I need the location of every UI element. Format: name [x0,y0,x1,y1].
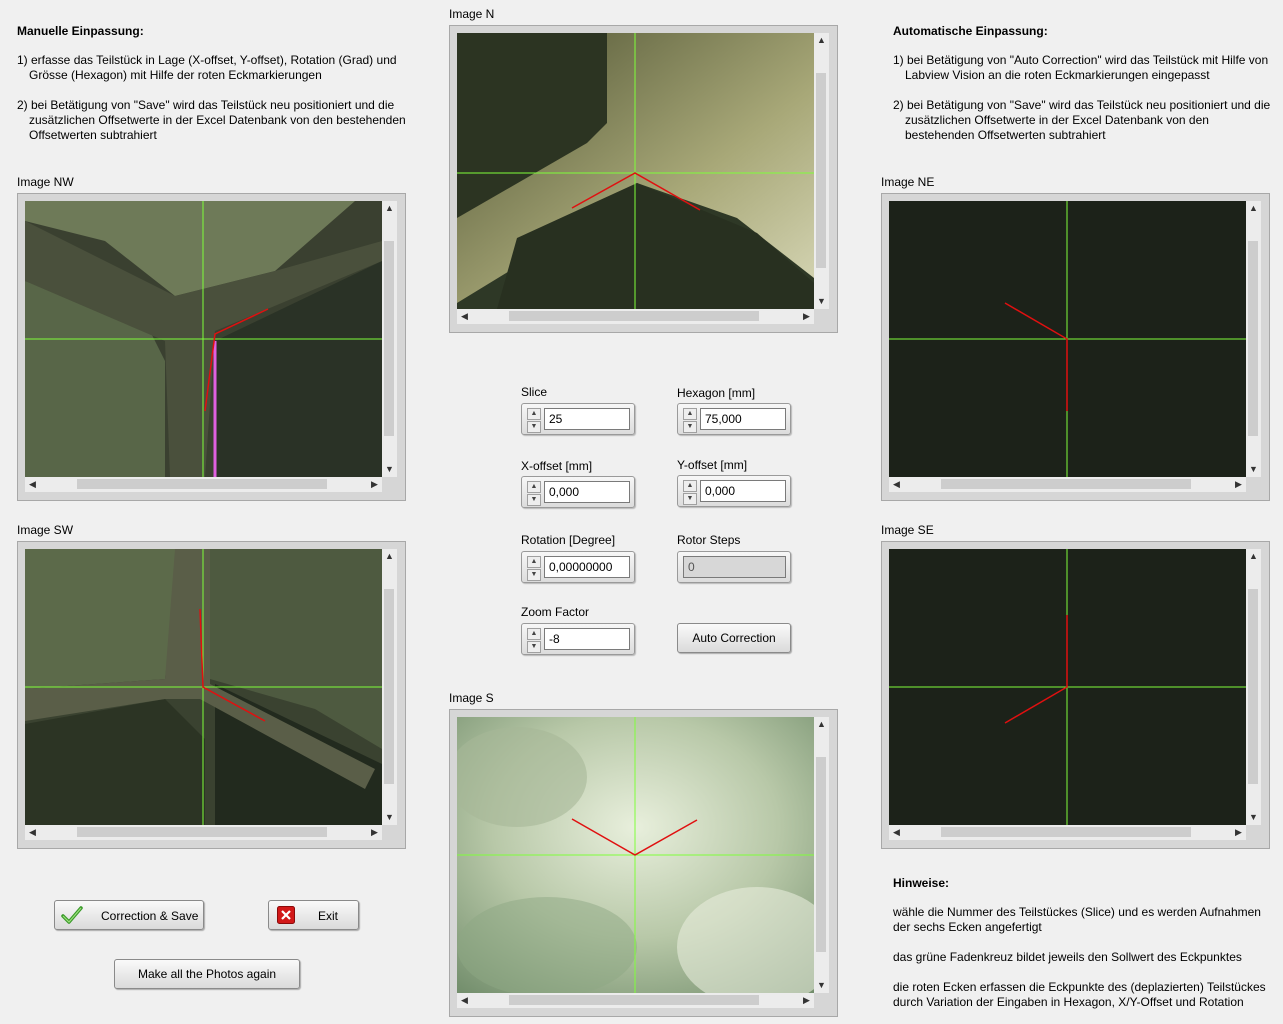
rotor-steps-label: Rotor Steps [677,533,741,547]
x-offset-input[interactable]: 0,000 [544,481,630,503]
image-sw-hscroll[interactable]: ◀ ▶ [25,825,382,840]
y-offset-decrement[interactable]: ▼ [683,493,697,505]
slice-decrement[interactable]: ▼ [527,421,541,433]
image-s-label: Image S [449,691,494,705]
image-se-vscroll[interactable]: ▲ ▼ [1246,549,1261,825]
auto-correction-button[interactable]: Auto Correction [677,623,791,653]
image-nw-vscroll[interactable]: ▲ ▼ [382,201,397,477]
hint-2: das grüne Fadenkreuz bildet jeweils den … [893,950,1242,964]
x-offset-control: ▲ ▼ 0,000 [521,476,635,508]
image-s-hscroll[interactable]: ◀ ▶ [457,993,814,1008]
hexagon-input[interactable]: 75,000 [700,408,786,430]
auto-step-1: 1) bei Betätigung von "Auto Correction" … [893,53,1269,82]
hint-1: wähle die Nummer des Teilstückes (Slice)… [893,905,1261,934]
image-se-label: Image SE [881,523,934,537]
close-icon [277,906,295,927]
checkmark-icon [61,906,83,927]
y-offset-control: ▲ ▼ 0,000 [677,475,791,507]
image-s-vscroll[interactable]: ▲ ▼ [814,717,829,993]
y-offset-increment[interactable]: ▲ [683,480,697,492]
rotation-input[interactable]: 0,00000000 [544,556,630,578]
auto-step-2: 2) bei Betätigung von "Save" wird das Te… [893,98,1271,142]
rotor-steps-indicator: 0 [677,551,791,583]
image-sw-vscroll[interactable]: ▲ ▼ [382,549,397,825]
rotation-control: ▲ ▼ 0,00000000 [521,551,635,583]
image-ne-vscroll[interactable]: ▲ ▼ [1246,201,1261,477]
image-sw-canvas[interactable] [25,549,382,825]
manual-step-1: 1) erfasse das Teilstück in Lage (X-offs… [17,53,397,82]
slice-increment[interactable]: ▲ [527,408,541,420]
exit-label: Exit [318,909,339,923]
image-se-canvas[interactable] [889,549,1246,825]
correction-save-label: Correction & Save [101,909,199,923]
x-offset-decrement[interactable]: ▼ [527,494,541,506]
image-ne-viewer[interactable]: ▲ ▼ ◀ ▶ [881,193,1270,501]
rotor-steps-value: 0 [683,556,786,578]
zoom-decrement[interactable]: ▼ [527,641,541,653]
image-n-vscroll[interactable]: ▲ ▼ [814,33,829,309]
hexagon-increment[interactable]: ▲ [683,408,697,420]
hexagon-label: Hexagon [mm] [677,386,756,400]
image-ne-label: Image NE [881,175,935,189]
slice-control: ▲ ▼ 25 [521,403,635,435]
y-offset-label: Y-offset [mm] [677,458,748,472]
rotation-label: Rotation [Degree] [521,533,616,547]
image-se-hscroll[interactable]: ◀ ▶ [889,825,1246,840]
image-s-viewer[interactable]: ▲ ▼ ◀ ▶ [449,709,838,1017]
zoom-factor-control: ▲ ▼ -8 [521,623,635,655]
image-n-canvas[interactable] [457,33,814,309]
hints-heading: Hinweise: [893,876,950,890]
image-nw-canvas[interactable] [25,201,382,477]
hint-3: die roten Ecken erfassen die Eckpunkte d… [893,980,1266,1009]
x-offset-label: X-offset [mm] [521,459,593,473]
exit-button[interactable]: Exit [268,900,359,930]
zoom-factor-label: Zoom Factor [521,605,590,619]
correction-save-button[interactable]: Correction & Save [54,900,204,930]
image-sw-viewer[interactable]: ▲ ▼ ◀ ▶ [17,541,406,849]
y-offset-input[interactable]: 0,000 [700,480,786,502]
auto-heading: Automatische Einpassung: [893,24,1048,38]
image-nw-viewer[interactable]: ▲ ▼ ◀ ▶ [17,193,406,501]
hexagon-decrement[interactable]: ▼ [683,421,697,433]
image-sw-label: Image SW [17,523,74,537]
zoom-factor-input[interactable]: -8 [544,628,630,650]
slice-label: Slice [521,385,548,399]
rotation-decrement[interactable]: ▼ [527,569,541,581]
image-se-viewer[interactable]: ▲ ▼ ◀ ▶ [881,541,1270,849]
image-n-viewer[interactable]: ▲ ▼ ◀ ▶ [449,25,838,333]
image-ne-canvas[interactable] [889,201,1246,477]
x-offset-increment[interactable]: ▲ [527,481,541,493]
hexagon-control: ▲ ▼ 75,000 [677,403,791,435]
image-n-label: Image N [449,7,495,21]
manual-step-2: 2) bei Betätigung von "Save" wird das Te… [17,98,406,142]
image-s-canvas[interactable] [457,717,814,993]
image-nw-hscroll[interactable]: ◀ ▶ [25,477,382,492]
manual-heading: Manuelle Einpassung: [17,24,144,38]
image-n-hscroll[interactable]: ◀ ▶ [457,309,814,324]
rotation-increment[interactable]: ▲ [527,556,541,568]
image-nw-label: Image NW [17,175,74,189]
zoom-increment[interactable]: ▲ [527,628,541,640]
image-ne-hscroll[interactable]: ◀ ▶ [889,477,1246,492]
make-photos-again-button[interactable]: Make all the Photos again [114,959,300,989]
slice-input[interactable]: 25 [544,408,630,430]
